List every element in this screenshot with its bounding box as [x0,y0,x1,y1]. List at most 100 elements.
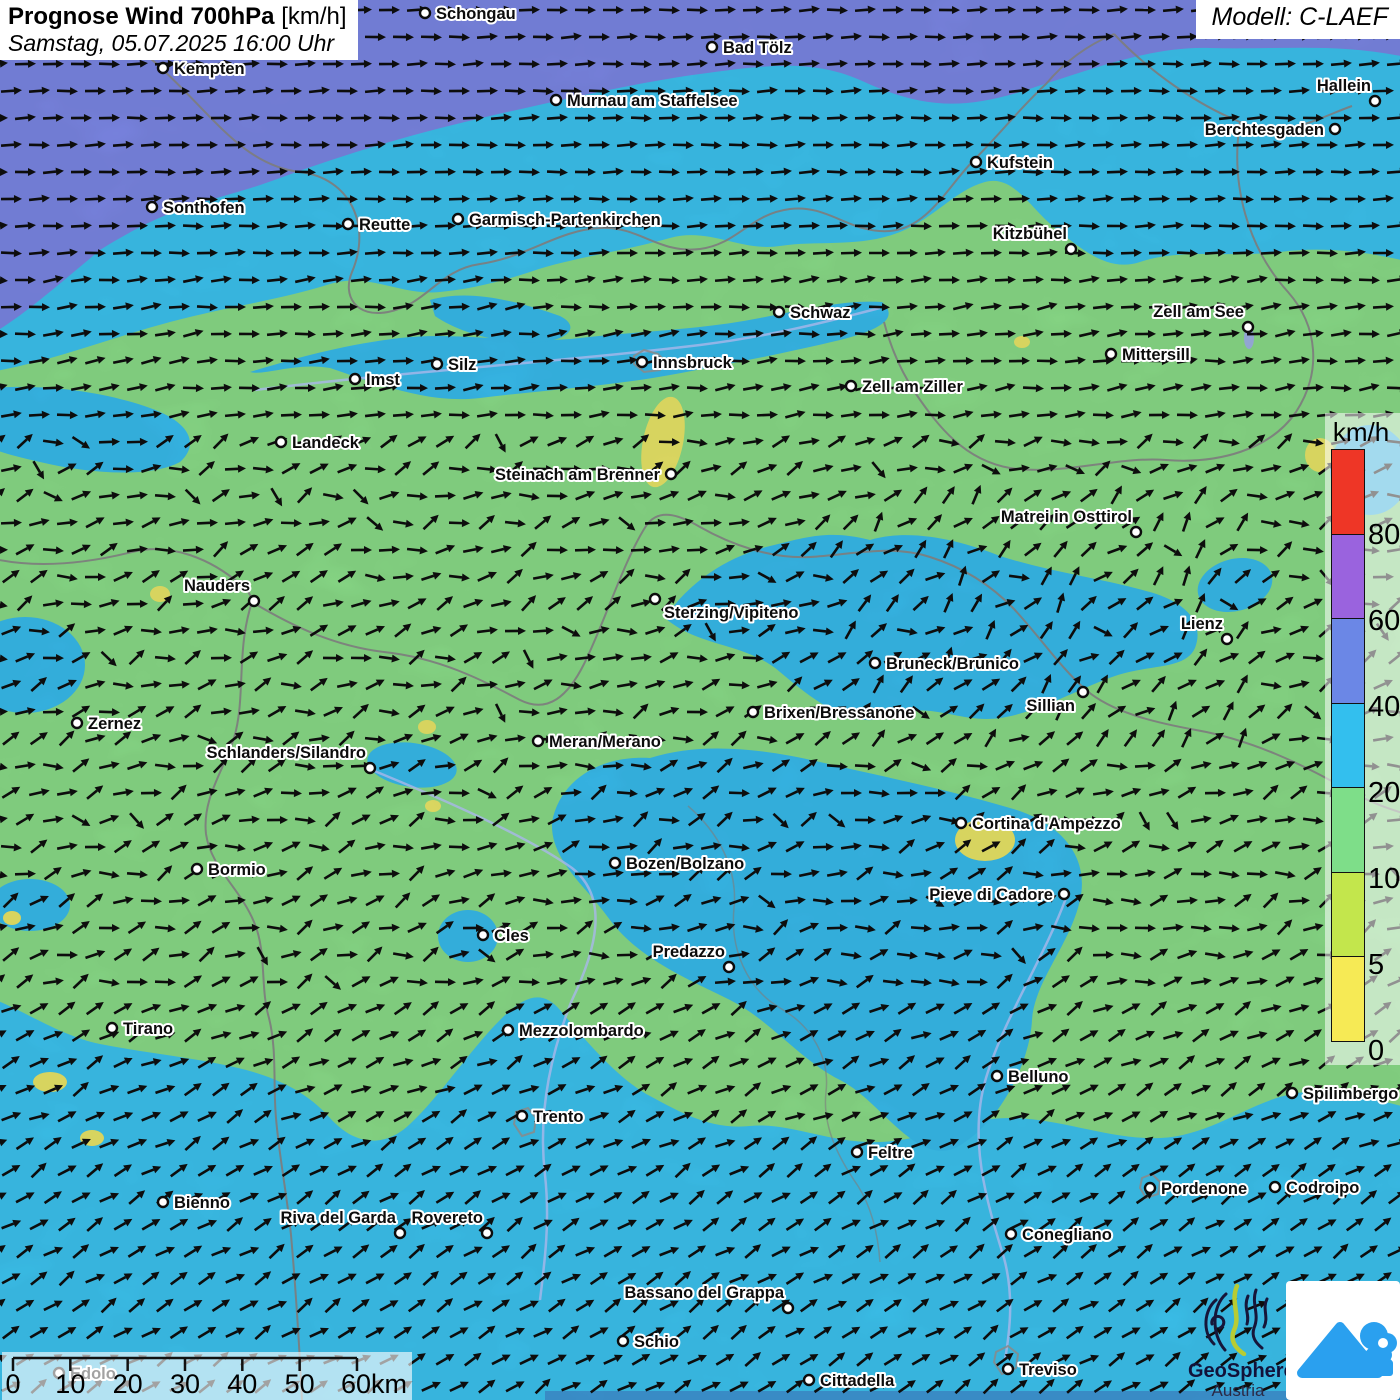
city-label: Cittadella [820,1372,895,1390]
city-label: Brixen/Bressanone [764,704,914,722]
legend-tick-label: 5 [1368,948,1400,982]
legend-band [1331,618,1365,704]
city-marker [1106,349,1116,359]
city-label: Nauders [184,577,250,595]
city-marker [1145,1183,1155,1193]
city-label: Pordenone [1161,1180,1247,1198]
city-label: Bassano del Grappa [624,1284,784,1302]
city-label: Riva del Garda [280,1209,396,1227]
city-label: Silz [448,356,476,374]
city-label: Zell am Ziller [862,378,963,396]
city-marker [432,359,442,369]
city-label: Spilimbergo [1303,1085,1398,1103]
city-marker [1243,322,1253,332]
city-label: Pieve di Cadore [929,886,1053,904]
city-marker [992,1071,1002,1081]
city-marker [249,596,259,606]
city: Conegliano [1006,1226,1112,1244]
city-label: Belluno [1008,1068,1069,1086]
scale-bar-label: 30 [155,1369,215,1400]
city-marker [774,307,784,317]
city-label: Meran/Merano [549,733,661,751]
city: Bruneck/Brunico [870,655,1019,673]
city: Meran/Merano [533,733,661,751]
city-label: Bruneck/Brunico [886,655,1019,673]
city-label: Kempten [174,60,245,78]
map-unit: [km/h] [281,3,346,30]
geosphere-contour-icon [1188,1282,1288,1356]
map-title-line: Prognose Wind 700hPa [km/h] [8,3,350,30]
city-label: Matrei in Osttirol [1001,508,1132,526]
city-marker [365,763,375,773]
city-marker [147,202,157,212]
city-marker [276,437,286,447]
city-label: Feltre [868,1144,913,1162]
city-marker [1330,124,1340,134]
city-label: Zell am See [1153,303,1244,321]
city-marker [343,219,353,229]
map-datetime: Samstag, 05.07.2025 16:00 Uhr [8,30,350,56]
city-label: Bozen/Bolzano [626,855,744,873]
city-label: Kitzbühel [993,225,1067,243]
legend-tick-label: 60 [1368,604,1400,638]
wind-speed-legend: km/h 806040201050 [1325,413,1400,1065]
city: Steinach am Brenner [495,466,676,484]
city: Pieve di Cadore [929,886,1069,904]
wind-forecast-map: SchongauBad TölzKemptenMurnau am Staffel… [0,0,1400,1400]
city-label: Rovereto [411,1209,483,1227]
city-label: Sonthofen [163,199,245,217]
city: Mezzolombardo [503,1022,644,1040]
city-label: Schio [634,1333,679,1351]
city-marker [666,469,676,479]
city-marker [503,1025,513,1035]
city-marker [748,707,758,717]
app-logo-box [1286,1281,1400,1400]
city: Murnau am Staffelsee [551,92,738,110]
city-label: Kufstein [987,154,1053,172]
city-marker [1287,1088,1297,1098]
city-marker [650,594,660,604]
geosphere-logo: GeoSphere Austria [1188,1282,1288,1400]
city-label: Steinach am Brenner [495,466,661,484]
city-marker [1078,687,1088,697]
city-marker [533,736,543,746]
city-marker [158,1197,168,1207]
legend-band [1331,872,1365,958]
scale-bar-label: 40 [212,1369,272,1400]
mountain-cloud-icon [1286,1281,1400,1400]
city-marker [1370,96,1380,106]
city-label: Reutte [359,216,410,234]
city-label: Lienz [1181,615,1223,633]
scale-bar-label: 50 [270,1369,330,1400]
city-marker [1131,527,1141,537]
city-label: Trento [533,1108,583,1126]
city-label: Cortina d'Ampezzo [972,815,1121,833]
map-canvas[interactable]: SchongauBad TölzKemptenMurnau am Staffel… [0,0,1400,1400]
city-marker [707,42,717,52]
scale-bar-label: 10 [40,1369,100,1400]
city-label: Bormio [208,861,266,879]
city-marker [1006,1229,1016,1239]
city-marker [1222,634,1232,644]
model-label: Modell: C-LAEF [1212,3,1388,31]
city: Cortina d'Ampezzo [956,815,1121,833]
city-marker [1059,889,1069,899]
city: Berchtesgaden [1205,121,1340,139]
city-marker [107,1023,117,1033]
city-marker [724,962,734,972]
city-marker [783,1303,793,1313]
city-marker [453,214,463,224]
city: Spilimbergo [1287,1085,1398,1103]
map-title: Prognose Wind 700hPa [8,3,275,30]
city-label: Zernez [88,715,141,733]
city-marker [395,1228,405,1238]
city-marker [971,157,981,167]
city: Garmisch-Partenkirchen [453,211,661,229]
city-label: Predazzo [653,943,725,961]
city-label: Berchtesgaden [1205,121,1324,139]
legend-tick-label: 80 [1368,518,1400,552]
city-marker [804,1375,814,1385]
scale-bar: 0102030405060km [2,1352,412,1400]
legend-tick-label: 20 [1368,776,1400,810]
scale-bar-label: 0 [0,1369,43,1400]
